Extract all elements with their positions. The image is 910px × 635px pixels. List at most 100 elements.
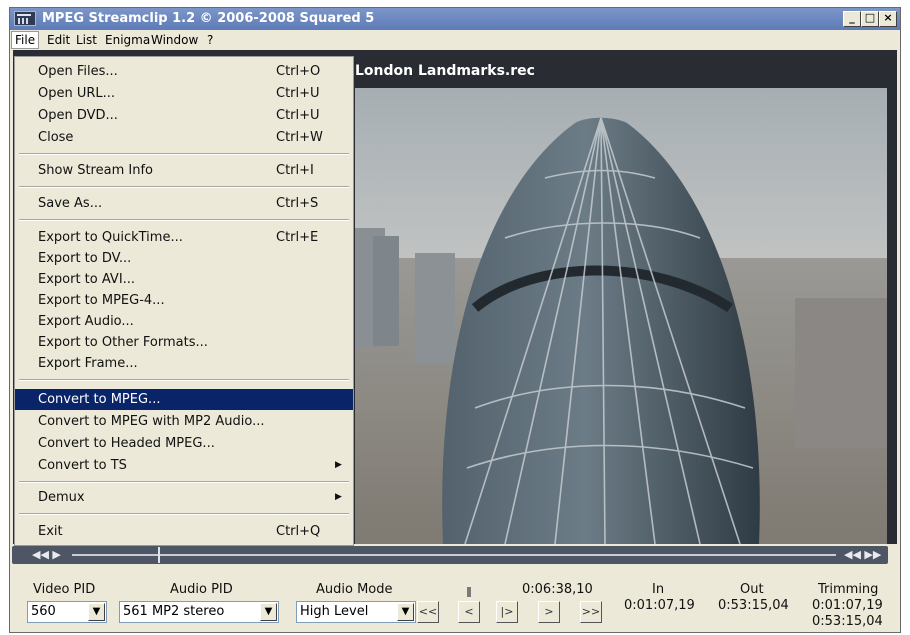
audio-mode-select[interactable]: High Level ▼ <box>296 601 416 623</box>
menu-item-label: Close <box>38 130 74 145</box>
menu-window[interactable]: Window <box>151 33 198 47</box>
step-forward-button[interactable]: > <box>538 601 560 623</box>
menu-item-label: Convert to Headed MPEG... <box>38 436 215 451</box>
menu-item-export-other-formats[interactable]: Export to Other Formats... <box>15 332 353 353</box>
menu-item-label: Export Audio... <box>38 314 134 329</box>
menu-item-label: Demux <box>38 490 85 505</box>
menu-item-label: Export to MPEG-4... <box>38 293 165 308</box>
menu-item-label: Exit <box>38 524 63 539</box>
menu-item-export-avi[interactable]: Export to AVI... <box>15 269 353 290</box>
menu-item-shortcut: Ctrl+U <box>276 108 320 123</box>
audio-pid-label: Audio PID <box>170 582 233 597</box>
menu-item-export-dv[interactable]: Export to DV... <box>15 248 353 269</box>
menu-item-shortcut: Ctrl+E <box>276 230 319 245</box>
menu-item-label: Export to DV... <box>38 251 132 266</box>
menu-edit[interactable]: Edit <box>47 33 70 47</box>
menu-item-convert-headed-mpeg[interactable]: Convert to Headed MPEG... <box>15 433 353 454</box>
timeline-scrubber[interactable]: ◀◀ ▶ ◀◀ ▶▶ <box>12 546 888 564</box>
menu-item-label: Show Stream Info <box>38 163 153 178</box>
menu-item-export-audio[interactable]: Export Audio... <box>15 311 353 332</box>
menu-item-shortcut: Ctrl+U <box>276 86 320 101</box>
play-button[interactable]: |> <box>496 601 518 623</box>
out-time: 0:53:15,04 <box>718 598 789 613</box>
video-filename: London Landmarks.rec <box>355 63 535 79</box>
menu-item-close[interactable]: Close Ctrl+W <box>15 127 353 148</box>
menu-separator <box>19 379 349 381</box>
menu-item-label: Export to QuickTime... <box>38 230 183 245</box>
trimming-label: Trimming <box>818 582 879 597</box>
menu-item-export-mpeg4[interactable]: Export to MPEG-4... <box>15 290 353 311</box>
menu-separator <box>19 153 349 155</box>
menu-item-shortcut: Ctrl+W <box>276 130 323 145</box>
in-label: In <box>652 582 665 597</box>
video-pid-label: Video PID <box>33 582 96 597</box>
file-menu-dropdown: Open Files... Ctrl+O Open URL... Ctrl+U Op… <box>14 56 354 546</box>
menu-separator <box>19 219 349 221</box>
trimming-in-time: 0:01:07,19 <box>812 598 883 613</box>
title-bar[interactable]: MPEG Streamclip 1.2 © 2006-2008 Squared … <box>10 8 900 30</box>
menu-item-convert-to-mpeg[interactable]: Convert to MPEG... <box>15 389 353 410</box>
menu-item-open-dvd[interactable]: Open DVD... Ctrl+U <box>15 105 353 126</box>
chevron-down-icon[interactable]: ▼ <box>260 603 277 621</box>
current-time: 0:06:38,10 <box>522 582 593 597</box>
menu-item-shortcut: Ctrl+S <box>276 196 319 211</box>
audio-pid-value: 561 MP2 stereo <box>123 604 225 619</box>
menu-item-label: Save As... <box>38 196 103 211</box>
close-button[interactable]: × <box>879 11 897 27</box>
menu-separator <box>19 481 349 483</box>
menu-item-label: Export to AVI... <box>38 272 136 287</box>
menu-separator <box>19 513 349 515</box>
video-pid-select[interactable]: 560 ▼ <box>27 601 107 623</box>
menu-help[interactable]: ? <box>207 33 213 47</box>
timeline-handle[interactable] <box>158 547 160 563</box>
chevron-down-icon[interactable]: ▼ <box>88 603 105 621</box>
audio-mode-label: Audio Mode <box>316 582 393 597</box>
app-film-icon <box>14 11 36 26</box>
menu-item-label: Export to Other Formats... <box>38 335 208 350</box>
in-time: 0:01:07,19 <box>624 598 695 613</box>
menu-item-shortcut: Ctrl+O <box>276 64 321 79</box>
menu-item-label: Open Files... <box>38 64 118 79</box>
menu-bar: File Edit List Enigma Window ? <box>10 30 900 50</box>
maximize-button[interactable]: □ <box>861 11 879 27</box>
menu-item-label: Convert to TS <box>38 458 127 473</box>
menu-item-save-as[interactable]: Save As... Ctrl+S <box>15 193 353 214</box>
rewind-fast-button[interactable]: << <box>417 601 439 623</box>
audio-pid-select[interactable]: 561 MP2 stereo ▼ <box>119 601 279 623</box>
menu-item-open-url[interactable]: Open URL... Ctrl+U <box>15 83 353 104</box>
menu-item-convert-to-ts[interactable]: Convert to TS ▶ <box>15 455 353 476</box>
menu-item-label: Export Frame... <box>38 356 138 371</box>
menu-file[interactable]: File <box>11 31 40 49</box>
menu-item-show-stream-info[interactable]: Show Stream Info Ctrl+I <box>15 160 353 181</box>
gherkin-tower-image <box>355 117 887 544</box>
window-title: MPEG Streamclip 1.2 © 2006-2008 Squared … <box>42 11 375 26</box>
menu-list[interactable]: List <box>76 33 97 47</box>
menu-item-open-files[interactable]: Open Files... Ctrl+O <box>15 61 353 82</box>
menu-item-label: Convert to MPEG with MP2 Audio... <box>38 414 265 429</box>
scrub-left-controls-icon[interactable]: ◀◀ ▶ <box>32 548 61 561</box>
submenu-arrow-icon: ▶ <box>335 460 342 470</box>
step-back-button[interactable]: < <box>458 601 480 623</box>
menu-item-label: Convert to MPEG... <box>38 392 161 407</box>
menu-item-convert-mpeg-mp2[interactable]: Convert to MPEG with MP2 Audio... <box>15 411 353 432</box>
timeline-track[interactable] <box>72 554 836 556</box>
scrub-right-controls-icon[interactable]: ◀◀ ▶▶ <box>844 548 881 561</box>
submenu-arrow-icon: ▶ <box>335 492 342 502</box>
chevron-down-icon[interactable]: ▼ <box>397 603 414 621</box>
audio-mode-value: High Level <box>300 604 369 619</box>
menu-item-label: Open URL... <box>38 86 116 101</box>
menu-item-demux[interactable]: Demux ▶ <box>15 487 353 508</box>
forward-fast-button[interactable]: >> <box>580 601 602 623</box>
video-pid-value: 560 <box>31 604 56 619</box>
menu-item-export-quicktime[interactable]: Export to QuickTime... Ctrl+E <box>15 227 353 248</box>
out-label: Out <box>740 582 764 597</box>
position-marker-icon <box>467 587 471 597</box>
menu-item-export-frame[interactable]: Export Frame... <box>15 353 353 374</box>
trimming-out-time: 0:53:15,04 <box>812 614 883 629</box>
menu-item-label: Open DVD... <box>38 108 118 123</box>
menu-item-exit[interactable]: Exit Ctrl+Q <box>15 521 353 542</box>
menu-item-shortcut: Ctrl+Q <box>276 524 321 539</box>
menu-enigma[interactable]: Enigma <box>105 33 150 47</box>
minimize-button[interactable]: _ <box>843 11 861 27</box>
menu-item-shortcut: Ctrl+I <box>276 163 314 178</box>
